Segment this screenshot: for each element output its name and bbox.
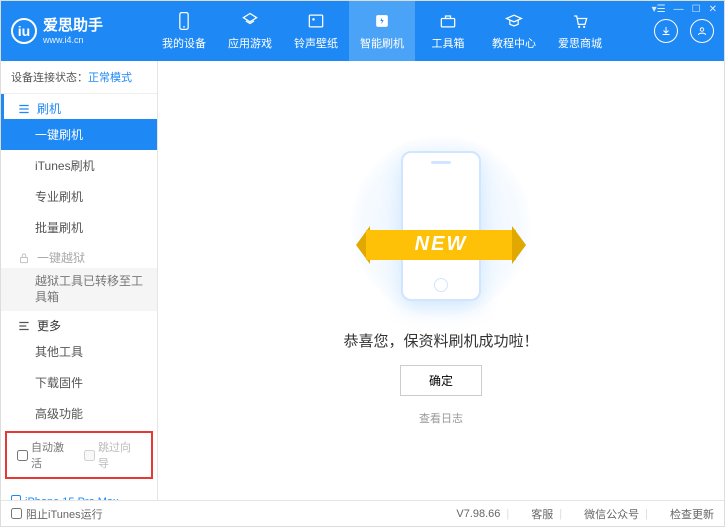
ribbon-new: NEW [366,230,516,260]
brand-name: 爱思助手 [43,17,103,35]
tab-my-device[interactable]: 我的设备 [151,1,217,61]
more-icon [17,319,31,333]
tab-smart-flash[interactable]: 智能刷机 [349,1,415,61]
confirm-button[interactable]: 确定 [400,365,482,396]
lock-icon [17,251,31,265]
connection-status: 设备连接状态：正常模式 [1,61,157,94]
logo-icon: iu [11,18,37,44]
graduation-icon [504,11,524,31]
sidebar-item-other-tools[interactable]: 其他工具 [1,336,157,367]
brand-logo: iu 爱思助手 www.i4.cn [11,17,151,46]
sidebar-item-pro-flash[interactable]: 专业刷机 [1,181,157,212]
close-icon[interactable]: ✕ [709,4,717,15]
minimize-icon[interactable]: — [674,4,684,15]
sidebar-item-oneclick-flash[interactable]: 一键刷机 [1,119,157,150]
success-message: 恭喜您，保资料刷机成功啦！ [343,330,538,351]
download-button[interactable] [654,19,678,43]
flash-icon [372,11,392,31]
sidebar-item-batch-flash[interactable]: 批量刷机 [1,212,157,243]
settings-icon[interactable]: ▾☰ [652,4,666,15]
maximize-icon[interactable]: ☐ [692,4,701,15]
sidebar: 设备连接状态：正常模式 刷机 一键刷机 iTunes刷机 专业刷机 批量刷机 一… [1,61,158,500]
device-info[interactable]: iPhone 15 Pro Max 512GB iPhone [1,489,157,500]
sidebar-section-jailbreak[interactable]: 一键越狱 [1,243,157,268]
tab-ringtones-wallpaper[interactable]: 铃声壁纸 [283,1,349,61]
wechat-link[interactable]: 微信公众号 [584,506,639,522]
tab-apps-games[interactable]: 应用游戏 [217,1,283,61]
toolbox-icon [438,11,458,31]
check-update-link[interactable]: 检查更新 [670,506,714,522]
skip-guide-checkbox[interactable]: 跳过向导 [84,439,141,471]
tab-store[interactable]: 爱思商城 [547,1,613,61]
list-icon [17,102,31,116]
status-bar: 阻止iTunes运行 V7.98.66 | 客服 | 微信公众号 | 检查更新 [1,500,724,526]
tab-tutorials[interactable]: 教程中心 [481,1,547,61]
jailbreak-note: 越狱工具已转移至工具箱 [1,268,157,311]
phone-icon [174,11,194,31]
support-link[interactable]: 客服 [531,506,553,522]
options-highlight: 自动激活 跳过向导 [5,431,153,479]
image-icon [306,11,326,31]
sidebar-item-advanced[interactable]: 高级功能 [1,398,157,429]
tab-toolbox[interactable]: 工具箱 [415,1,481,61]
sidebar-item-itunes-flash[interactable]: iTunes刷机 [1,150,157,181]
auto-activate-checkbox[interactable]: 自动激活 [17,439,74,471]
brand-url: www.i4.cn [43,35,103,46]
top-navigation: 我的设备 应用游戏 铃声壁纸 智能刷机 工具箱 教程中心 [151,1,654,61]
sidebar-section-flash[interactable]: 刷机 [1,94,157,119]
sidebar-section-more[interactable]: 更多 [1,311,157,336]
apps-icon [240,11,260,31]
version-label: V7.98.66 [456,508,500,520]
user-button[interactable] [690,19,714,43]
app-header: iu 爱思助手 www.i4.cn 我的设备 应用游戏 铃声壁纸 智能刷机 [1,1,724,61]
block-itunes-checkbox[interactable]: 阻止iTunes运行 [11,506,103,522]
success-illustration: NEW [366,136,516,316]
sidebar-item-download-firmware[interactable]: 下载固件 [1,367,157,398]
cart-icon [570,11,590,31]
main-content: NEW 恭喜您，保资料刷机成功啦！ 确定 查看日志 [158,61,724,500]
view-log-link[interactable]: 查看日志 [419,410,463,426]
